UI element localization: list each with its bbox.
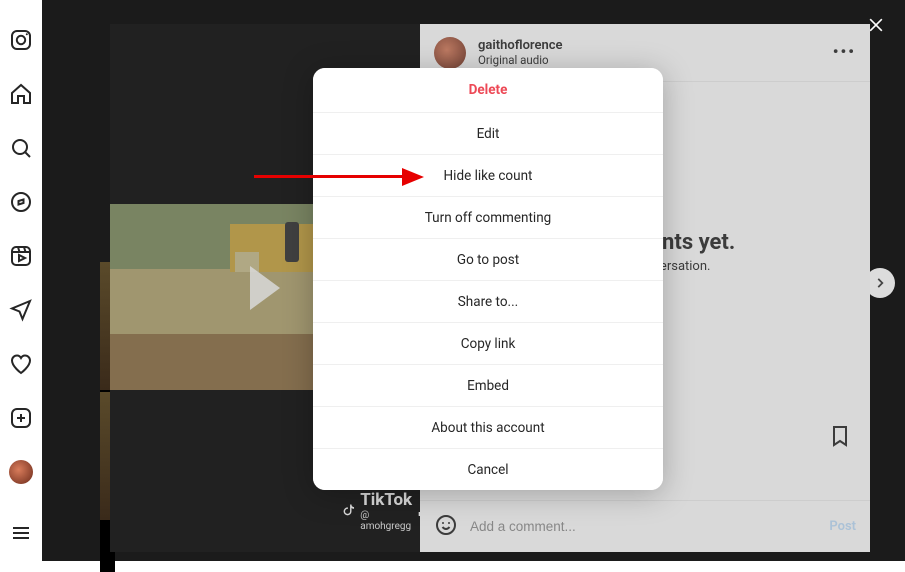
profile-avatar-icon[interactable] bbox=[9, 460, 33, 484]
home-icon[interactable] bbox=[9, 82, 33, 106]
option-hide-like-count[interactable]: Hide like count bbox=[313, 154, 663, 196]
more-hamburger-icon[interactable] bbox=[9, 521, 33, 545]
lightbox-backdrop[interactable]: TikTok @ amohgregg gaithoflorence Origin… bbox=[42, 0, 905, 561]
search-icon[interactable] bbox=[9, 136, 33, 160]
messages-icon[interactable] bbox=[9, 298, 33, 322]
option-embed[interactable]: Embed bbox=[313, 364, 663, 406]
option-share-to[interactable]: Share to... bbox=[313, 280, 663, 322]
notifications-heart-icon[interactable] bbox=[9, 352, 33, 376]
nav-rail bbox=[0, 0, 42, 561]
option-turn-off-commenting[interactable]: Turn off commenting bbox=[313, 196, 663, 238]
option-go-to-post[interactable]: Go to post bbox=[313, 238, 663, 280]
option-cancel[interactable]: Cancel bbox=[313, 448, 663, 490]
create-plus-icon[interactable] bbox=[9, 406, 33, 430]
instagram-logo-icon[interactable] bbox=[9, 28, 33, 52]
option-edit[interactable]: Edit bbox=[313, 112, 663, 154]
app-root: TikTok @ amohgregg gaithoflorence Origin… bbox=[0, 0, 905, 561]
option-delete[interactable]: Delete bbox=[313, 68, 663, 112]
explore-compass-icon[interactable] bbox=[9, 190, 33, 214]
post-options-modal: Delete Edit Hide like count Turn off com… bbox=[313, 68, 663, 490]
reels-icon[interactable] bbox=[9, 244, 33, 268]
option-copy-link[interactable]: Copy link bbox=[313, 322, 663, 364]
option-about-account[interactable]: About this account bbox=[313, 406, 663, 448]
